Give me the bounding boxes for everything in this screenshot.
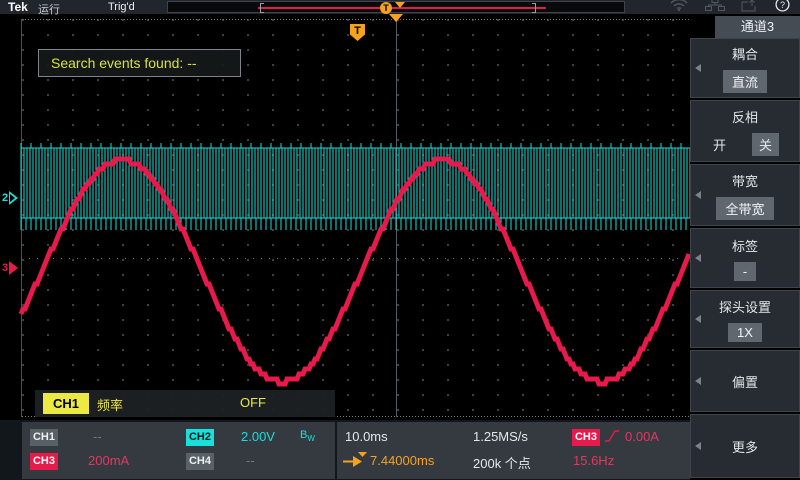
measurement-channel-badge[interactable]: CH1 (43, 393, 89, 414)
ch3-scale: 200mA (88, 453, 129, 468)
menu-item-label[interactable]: 标签 - (690, 228, 800, 288)
measurement-value: OFF (240, 395, 266, 410)
tek-logo: Tek (8, 0, 28, 14)
ch2-bandwidth-icon: BW (300, 429, 315, 443)
probe-value-button[interactable]: 1X (728, 323, 762, 342)
ch2-position-marker[interactable]: 2 (2, 191, 18, 205)
svg-text:?: ? (780, 0, 785, 10)
trigger-status: Trig'd (108, 1, 135, 13)
ch1-scale: -- (93, 429, 102, 444)
wifi-icon[interactable] (669, 0, 689, 16)
coupling-value-button[interactable]: 直流 (723, 70, 767, 93)
export-icon[interactable] (741, 0, 759, 17)
channel-readout-panel: CH1 -- CH2 2.00V BW CH3 200mA CH4 -- (22, 422, 335, 479)
chevron-left-icon (695, 64, 701, 72)
ch3-badge[interactable]: CH3 (30, 453, 58, 470)
trigger-source-badge[interactable]: CH3 (572, 429, 600, 446)
trigger-frequency: 15.6Hz (573, 453, 614, 468)
ch1-badge[interactable]: CH1 (30, 429, 58, 446)
sample-rate: 1.25MS/s (473, 429, 528, 444)
time-scale: 10.0ms (345, 429, 388, 444)
ch2-badge[interactable]: CH2 (186, 429, 214, 446)
measurement-label: 频率 (97, 395, 123, 414)
ch4-scale: -- (246, 453, 255, 468)
menu-item-offset[interactable]: 偏置 (690, 350, 800, 412)
status-bar: CH1 -- CH2 2.00V BW CH3 200mA CH4 -- 10.… (0, 420, 690, 480)
chevron-left-icon (695, 442, 701, 450)
menu-item-coupling[interactable]: 耦合 直流 (690, 38, 800, 98)
invert-on-option[interactable]: 开 (713, 135, 726, 154)
expansion-point-icon[interactable] (389, 14, 403, 22)
zoom-region-right-bracket (532, 3, 536, 13)
menu-item-probe-setup[interactable]: 探头设置 1X (690, 290, 800, 348)
chevron-left-icon (695, 254, 701, 262)
ch4-badge[interactable]: CH4 (186, 453, 214, 470)
menu-item-more[interactable]: 更多 (690, 414, 800, 478)
chevron-left-icon (695, 315, 701, 323)
top-bar: Tek 运行 Trig'd T ? (0, 0, 800, 14)
record-view-minimap[interactable]: T (167, 1, 625, 13)
network-icon[interactable] (705, 0, 725, 16)
waveform-display: 2 3 T Search events found: -- CH1 频率 OFF (0, 14, 690, 480)
label-value-button[interactable]: - (734, 262, 756, 281)
bandwidth-value-button[interactable]: 全带宽 (716, 197, 773, 220)
ch3-marker-icon (9, 261, 18, 275)
ch2-scale: 2.00V (241, 429, 275, 444)
ch2-marker-icon (9, 191, 18, 205)
menu-title: 通道3 (715, 16, 800, 38)
invert-off-option[interactable]: 关 (752, 133, 779, 156)
record-length: 200k 个点 (473, 453, 531, 472)
acquisition-status: 运行 (38, 1, 60, 17)
help-icon[interactable]: ? (775, 0, 790, 17)
horizontal-trigger-panel: 10.0ms 1.25MS/s CH3 0.00A 7.44000ms 200k… (337, 422, 690, 479)
minimap-position-icon[interactable] (395, 2, 405, 8)
menu-item-bandwidth[interactable]: 带宽 全带宽 (690, 164, 800, 226)
trigger-level: 0.00A (625, 429, 659, 444)
side-menu: 通道3 耦合 直流 反相 开 关 带宽 全带宽 标签 - 探头设置 1X 偏置 … (690, 14, 800, 480)
trigger-slope-icon (604, 428, 620, 447)
zoom-region-left-bracket (260, 3, 264, 13)
delay-arrow-icon (342, 451, 368, 472)
measurement-bar: CH1 频率 OFF (35, 390, 335, 417)
search-events-overlay: Search events found: -- (38, 49, 241, 77)
ch3-position-marker[interactable]: 3 (2, 261, 18, 275)
minimap-trigger-icon[interactable]: T (380, 2, 392, 14)
menu-item-invert[interactable]: 反相 开 关 (690, 100, 800, 162)
chevron-left-icon (695, 191, 701, 199)
chevron-left-icon (695, 377, 701, 385)
horizontal-delay: 7.44000ms (370, 453, 434, 468)
